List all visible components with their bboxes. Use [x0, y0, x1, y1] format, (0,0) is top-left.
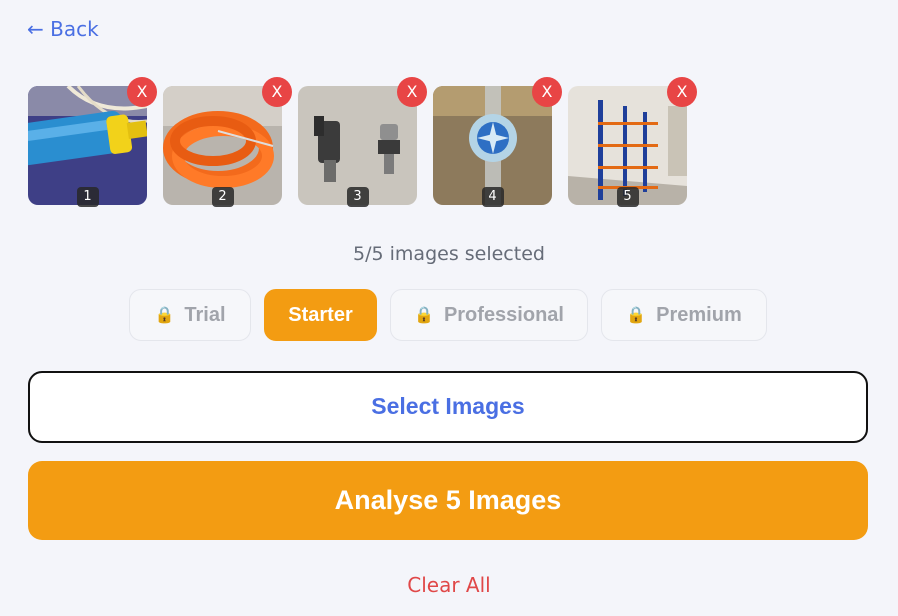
lock-icon: 🔒 [626, 307, 647, 324]
image-number: 2 [211, 187, 234, 207]
image-number: 1 [76, 187, 99, 207]
image-thumbnail[interactable]: 4 X [433, 77, 562, 207]
image-thumbnail[interactable]: 1 X [28, 77, 157, 207]
select-images-button[interactable]: Select Images [28, 371, 868, 443]
tier-starter[interactable]: Starter [264, 289, 377, 341]
remove-image-button[interactable]: X [262, 77, 292, 107]
image-number: 5 [616, 187, 639, 207]
image-thumbnail[interactable]: 2 X [163, 77, 292, 207]
tier-label: Premium [656, 303, 742, 326]
remove-image-button[interactable]: X [532, 77, 562, 107]
selection-status: 5/5 images selected [353, 243, 545, 265]
lock-icon: 🔒 [414, 307, 434, 324]
tier-selector: 🔒 Trial Starter 🔒 Professional 🔒 Premium [129, 289, 767, 341]
image-number: 4 [481, 187, 504, 207]
image-number: 3 [346, 187, 369, 207]
lock-icon: 🔒 [154, 307, 175, 324]
image-thumbnail[interactable]: 3 X [298, 77, 427, 207]
tier-premium[interactable]: 🔒 Premium [601, 289, 767, 341]
tier-label: Professional [443, 303, 564, 326]
tier-professional[interactable]: 🔒 Professional [390, 289, 588, 341]
image-thumbnails: 1 X 2 X 3 X 4 X 5 X [28, 77, 697, 207]
tier-label: Starter [288, 303, 353, 326]
remove-image-button[interactable]: X [397, 77, 427, 107]
tier-trial[interactable]: 🔒 Trial [129, 289, 251, 341]
analyse-images-button[interactable]: Analyse 5 Images [28, 461, 868, 540]
image-thumbnail[interactable]: 5 X [568, 77, 697, 207]
clear-all-button[interactable]: Clear All [0, 573, 898, 597]
tier-label: Trial [184, 303, 226, 326]
remove-image-button[interactable]: X [127, 77, 157, 107]
remove-image-button[interactable]: X [667, 77, 697, 107]
back-link[interactable]: ← Back [27, 17, 99, 41]
